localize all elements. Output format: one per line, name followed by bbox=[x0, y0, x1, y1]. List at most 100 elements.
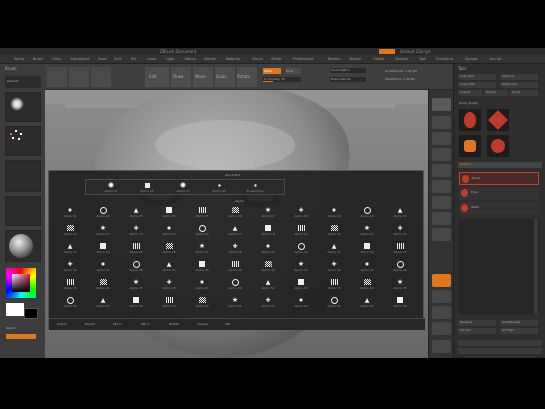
panel-row[interactable] bbox=[458, 348, 542, 354]
alpha-cell[interactable]: ▲ Alpha 17 bbox=[220, 223, 250, 238]
quick-pick-alpha[interactable]: BrushAlpha bbox=[240, 180, 270, 195]
alpha-cell[interactable]: Alpha 49 bbox=[187, 277, 217, 292]
alpha-cell[interactable]: ✚ Alpha 14 bbox=[121, 223, 151, 238]
menu-edit[interactable]: Edit bbox=[114, 57, 121, 61]
alpha-cell[interactable]: Alpha 06 bbox=[220, 205, 250, 220]
rename-button[interactable]: Rename bbox=[458, 320, 496, 326]
alpha-cell[interactable]: Alpha 04 bbox=[154, 205, 184, 220]
tool-thumb-polymesh[interactable] bbox=[487, 135, 509, 157]
tool-thumb-sphere[interactable] bbox=[487, 109, 509, 131]
alpha-cell[interactable]: Alpha 54 bbox=[352, 277, 382, 292]
z-intensity-slider[interactable]: Z Intensity 25 bbox=[263, 77, 301, 82]
focal-shift-slider[interactable]: Focal Shift 0 bbox=[330, 68, 366, 73]
texture-slot[interactable] bbox=[5, 160, 41, 192]
alpha-cell[interactable]: Alpha 33 bbox=[385, 241, 415, 256]
alpha-cell[interactable]: Alpha 44 bbox=[385, 259, 415, 274]
alpha-cell[interactable]: Alpha 02 bbox=[88, 205, 118, 220]
panel-row[interactable] bbox=[458, 340, 542, 346]
alpha-cell[interactable]: Alpha 09 bbox=[319, 205, 349, 220]
save-as-button[interactable]: Save As bbox=[500, 74, 538, 80]
alpha-cell[interactable]: Alpha 63 bbox=[286, 295, 316, 310]
persp-button[interactable] bbox=[432, 196, 451, 209]
shelf-scale-button[interactable]: Scale bbox=[215, 67, 235, 87]
alpha-cell[interactable]: Alpha 66 bbox=[385, 295, 415, 310]
spix-button[interactable] bbox=[432, 116, 451, 129]
frame-button[interactable] bbox=[432, 274, 451, 287]
autoreorder-button[interactable]: AutoReorder bbox=[500, 320, 538, 326]
alpha-cell[interactable]: ▲ Alpha 23 bbox=[55, 241, 85, 256]
secondary-color-swatch[interactable] bbox=[24, 308, 38, 319]
alpha-cell[interactable]: Alpha 24 bbox=[88, 241, 118, 256]
menu-toggle-button[interactable] bbox=[379, 49, 395, 54]
local-button[interactable] bbox=[432, 228, 451, 241]
alpha-cell[interactable]: ★ Alpha 13 bbox=[88, 223, 118, 238]
alpha-cell[interactable]: Alpha 53 bbox=[319, 277, 349, 292]
alpha-cell[interactable]: Alpha 25 bbox=[121, 241, 151, 256]
alpha-cell[interactable]: Alpha 43 bbox=[352, 259, 382, 274]
move-view-button[interactable] bbox=[432, 290, 451, 303]
menu-picker[interactable]: Picker bbox=[271, 57, 281, 61]
zsub-toggle[interactable]: Zsub bbox=[285, 68, 301, 74]
alpha-cell[interactable]: Alpha 60 bbox=[187, 295, 217, 310]
alpha-cell[interactable]: ✚ Alpha 42 bbox=[319, 259, 349, 274]
material-slot[interactable] bbox=[5, 230, 41, 262]
paste-tool-button[interactable]: Paste Tool bbox=[500, 82, 538, 88]
bpr-button[interactable] bbox=[432, 98, 451, 111]
menu-light[interactable]: Light bbox=[166, 57, 175, 61]
alpha-cell[interactable]: Alpha 15 bbox=[154, 223, 184, 238]
alpha-footer-flip-h-button[interactable]: Flip H bbox=[113, 322, 122, 327]
alpha-cell[interactable]: ✚ Alpha 48 bbox=[154, 277, 184, 292]
color-gradient-toggle[interactable] bbox=[6, 334, 36, 339]
shelf-edit-button[interactable]: Edit bbox=[145, 67, 169, 87]
alpha-cell[interactable]: ★ Alpha 47 bbox=[121, 277, 151, 292]
alpha-footer-import-button[interactable]: Import bbox=[57, 322, 67, 327]
alpha-cell[interactable]: Alpha 32 bbox=[352, 241, 382, 256]
alpha-cell[interactable]: ▲ Alpha 57 bbox=[88, 295, 118, 310]
menu-document[interactable]: Document bbox=[71, 57, 89, 61]
alpha-cell[interactable]: ▲ Alpha 03 bbox=[121, 205, 151, 220]
color-picker-square[interactable] bbox=[12, 274, 30, 292]
export-button[interactable]: Export bbox=[484, 90, 508, 96]
alpha-cell[interactable]: Alpha 45 bbox=[55, 277, 85, 292]
alpha-cell[interactable]: Alpha 38 bbox=[187, 259, 217, 274]
menu-render[interactable]: Render bbox=[328, 57, 340, 61]
alpha-cell[interactable]: Alpha 58 bbox=[121, 295, 151, 310]
default-zscript-label[interactable]: Default ZScript bbox=[400, 49, 430, 54]
alpha-cell[interactable]: Alpha 59 bbox=[154, 295, 184, 310]
alpha-cell[interactable]: Alpha 29 bbox=[253, 241, 283, 256]
zoom-button[interactable] bbox=[432, 148, 451, 161]
draw-size-slider[interactable]: Draw Size 64 bbox=[330, 77, 366, 82]
menu-macro[interactable]: Macro bbox=[185, 57, 196, 61]
menu-draw[interactable]: Draw bbox=[98, 57, 107, 61]
menu-zplugin[interactable]: Zplugin bbox=[465, 57, 478, 61]
alpha-cell[interactable]: ▲ Alpha 11 bbox=[385, 205, 415, 220]
alpha-cell[interactable]: ✚ Alpha 34 bbox=[55, 259, 85, 274]
aahalf-button[interactable] bbox=[432, 180, 451, 193]
alpha-cell[interactable]: ★ Alpha 07 bbox=[253, 205, 283, 220]
main-color-swatch[interactable] bbox=[6, 303, 24, 316]
alpha-cell[interactable]: Alpha 10 bbox=[352, 205, 382, 220]
alpha-cell[interactable]: Alpha 26 bbox=[154, 241, 184, 256]
menu-texture[interactable]: Texture bbox=[395, 57, 408, 61]
alpha-footer-export-button[interactable]: Export bbox=[85, 322, 95, 327]
alpha-cell[interactable]: Alpha 30 bbox=[286, 241, 316, 256]
alpha-cell[interactable]: ▲ Alpha 31 bbox=[319, 241, 349, 256]
menu-transform[interactable]: Transform bbox=[436, 57, 453, 61]
alpha-footer-mid-button[interactable]: Mid bbox=[225, 322, 230, 327]
alpha-cell[interactable]: ★ Alpha 55 bbox=[385, 277, 415, 292]
all-high-button[interactable]: All High bbox=[500, 328, 538, 334]
subtool-item-head[interactable]: Head bbox=[459, 172, 539, 185]
scroll-button[interactable] bbox=[432, 132, 451, 145]
quick-pick-alpha[interactable]: Alpha 03 bbox=[168, 180, 198, 195]
alpha-cell[interactable]: Alpha 36 bbox=[121, 259, 151, 274]
menu-zscript[interactable]: Zscript bbox=[489, 57, 501, 61]
alpha-cell[interactable]: Alpha 20 bbox=[319, 223, 349, 238]
alpha-cell[interactable]: ✚ Alpha 08 bbox=[286, 205, 316, 220]
tool-thumb-star[interactable] bbox=[459, 135, 481, 157]
menu-alpha[interactable]: Alpha bbox=[14, 57, 24, 61]
tool-thumb-head[interactable] bbox=[459, 109, 481, 131]
brush-selector[interactable]: Default bbox=[5, 76, 41, 88]
alpha-cell[interactable]: Alpha 50 bbox=[220, 277, 250, 292]
quick-pick-alpha[interactable]: Alpha 04 bbox=[204, 180, 234, 195]
alpha-cell[interactable]: ✚ Alpha 62 bbox=[253, 295, 283, 310]
